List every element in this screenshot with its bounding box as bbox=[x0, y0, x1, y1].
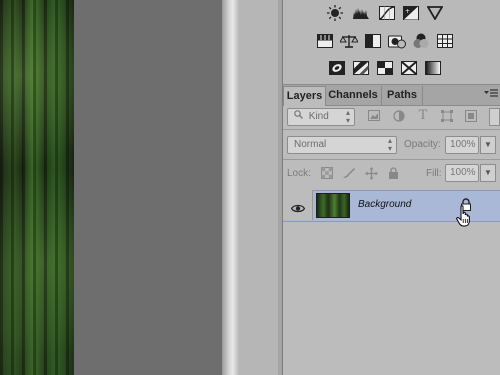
brightness-contrast-icon[interactable] bbox=[325, 4, 345, 22]
pasteboard bbox=[74, 0, 222, 375]
stepper-arrows-icon: ▴ ▾ bbox=[345, 108, 350, 125]
lock-position-icon[interactable] bbox=[364, 167, 378, 181]
color-balance-icon[interactable] bbox=[339, 32, 359, 50]
panel-divider[interactable] bbox=[222, 0, 240, 375]
lock-all-icon[interactable] bbox=[386, 167, 400, 181]
black-white-icon[interactable] bbox=[363, 32, 383, 50]
search-icon bbox=[294, 109, 303, 125]
exposure-icon[interactable]: + bbox=[401, 4, 421, 22]
eye-icon[interactable] bbox=[290, 200, 306, 218]
stepper-arrows-icon: ▴ ▾ bbox=[387, 136, 392, 153]
type-layer-filter-icon[interactable]: T bbox=[416, 109, 430, 123]
opacity-input[interactable]: 100% bbox=[445, 136, 479, 154]
blend-mode-select[interactable]: Normal ▴ ▾ bbox=[287, 136, 397, 154]
panel-menu-icon[interactable] bbox=[484, 88, 500, 102]
hand-pointer-cursor-icon bbox=[456, 205, 472, 227]
curves-icon[interactable] bbox=[377, 4, 397, 22]
filter-kind-label: Kind bbox=[308, 111, 329, 122]
tab-layers-label: Layers bbox=[286, 90, 323, 102]
filter-kind-select[interactable]: Kind ▴ ▾ bbox=[287, 108, 355, 126]
svg-text:+: + bbox=[405, 8, 410, 15]
document-canvas-image[interactable] bbox=[0, 0, 74, 375]
layer-thumbnail[interactable] bbox=[316, 193, 350, 218]
invert-icon[interactable] bbox=[327, 59, 347, 77]
panel-tab-bar: Layers Channels Paths bbox=[283, 85, 500, 106]
tab-paths-label: Paths bbox=[387, 89, 417, 101]
pixel-layer-filter-icon[interactable] bbox=[367, 110, 381, 124]
fill-label: Fill: bbox=[426, 168, 442, 179]
adjustment-layer-filter-icon[interactable] bbox=[392, 110, 406, 124]
blend-mode-value: Normal bbox=[294, 139, 327, 150]
filter-toggle-switch[interactable] bbox=[489, 108, 500, 126]
fill-dropdown-arrow[interactable]: ▼ bbox=[480, 164, 496, 182]
layer-name[interactable]: Background bbox=[358, 199, 411, 210]
hue-saturation-icon[interactable] bbox=[315, 32, 335, 50]
collapsed-panel-dock bbox=[240, 0, 279, 375]
fill-input[interactable]: 100% bbox=[445, 164, 479, 182]
photo-filter-icon[interactable] bbox=[387, 32, 407, 50]
opacity-dropdown-arrow[interactable]: ▼ bbox=[480, 136, 496, 154]
posterize-icon[interactable] bbox=[351, 59, 371, 77]
divider bbox=[283, 159, 500, 160]
tab-channels-label: Channels bbox=[328, 89, 378, 101]
channel-mixer-icon[interactable] bbox=[411, 32, 431, 50]
tab-layers[interactable]: Layers bbox=[283, 86, 326, 106]
gradient-map-icon[interactable] bbox=[423, 59, 443, 77]
adjustments-panel: + bbox=[283, 0, 500, 85]
opacity-label: Opacity: bbox=[404, 139, 441, 150]
divider bbox=[283, 129, 500, 130]
selective-color-icon[interactable] bbox=[399, 59, 419, 77]
lock-label: Lock: bbox=[287, 168, 311, 179]
vibrance-icon[interactable] bbox=[425, 4, 445, 22]
threshold-icon[interactable] bbox=[375, 59, 395, 77]
levels-icon[interactable] bbox=[351, 4, 371, 22]
tab-channels[interactable]: Channels bbox=[325, 86, 382, 105]
visibility-cell[interactable] bbox=[283, 190, 313, 220]
smart-object-filter-icon[interactable] bbox=[464, 110, 478, 124]
tab-paths[interactable]: Paths bbox=[382, 86, 423, 105]
lock-image-pixels-icon[interactable] bbox=[342, 167, 356, 181]
color-lookup-icon[interactable] bbox=[435, 32, 455, 50]
shape-layer-filter-icon[interactable] bbox=[440, 110, 454, 124]
lock-transparent-pixels-icon[interactable] bbox=[320, 167, 334, 181]
